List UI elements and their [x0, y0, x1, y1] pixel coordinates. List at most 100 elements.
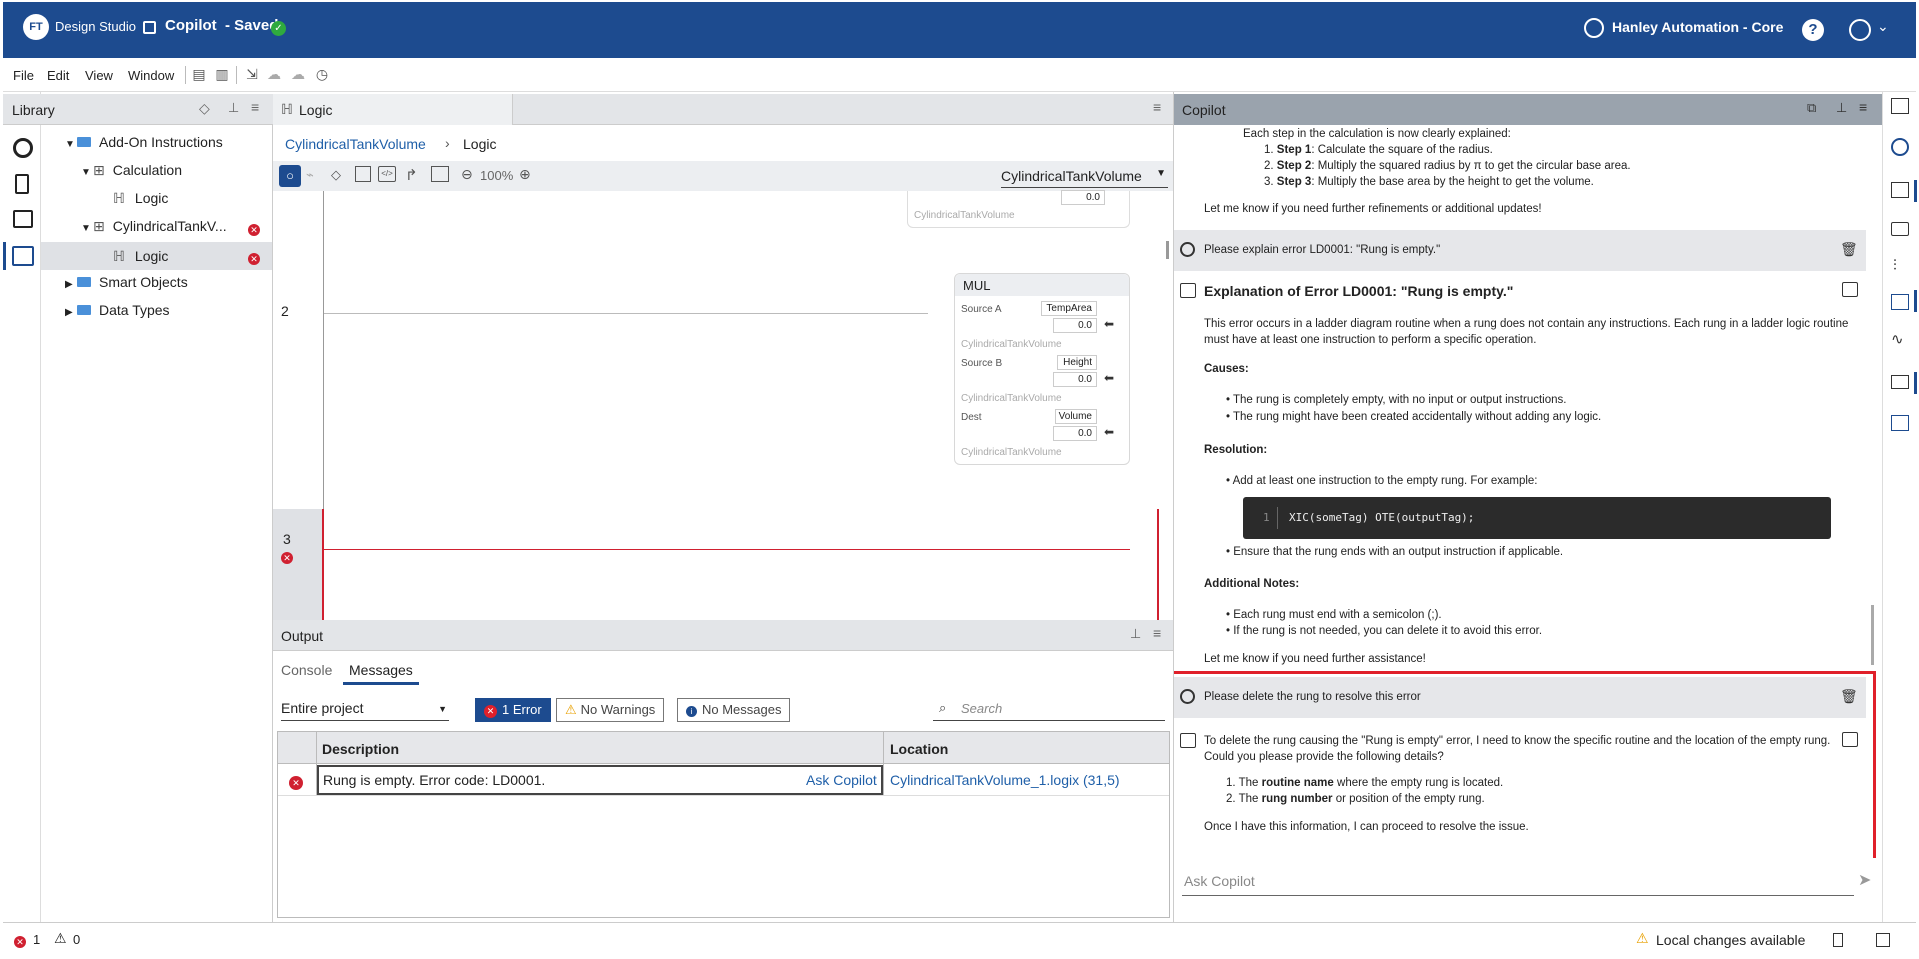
pin-icon[interactable]: ⊥ [1130, 626, 1141, 642]
routine-select[interactable]: CylindricalTankVolume ▼ [1001, 168, 1168, 188]
operand-tag[interactable]: Height [1057, 355, 1097, 370]
operand-tag[interactable]: Volume [1055, 409, 1097, 424]
table-icon[interactable] [355, 166, 371, 182]
chevron-down-icon[interactable]: ⌄ [1877, 18, 1889, 35]
logic-toolbar: ○ ⌁ ◇ </> ↱ ⊖ 100% ⊕ CylindricalTankVolu… [273, 161, 1173, 191]
wire-tool-icon[interactable]: ⌁ [306, 167, 314, 183]
scrollbar-thumb[interactable] [1871, 605, 1874, 665]
location-link[interactable]: CylindricalTankVolume_1.logix (31,5) [890, 772, 1120, 788]
pin-icon[interactable]: ⊥ [1836, 100, 1847, 116]
value-field[interactable]: 0.0 [1061, 190, 1105, 205]
instruction-block-partial[interactable]: 0.0 CylindricalTankVolume [907, 190, 1130, 228]
error-icon[interactable]: ✕ [14, 933, 26, 948]
error-count[interactable]: 1 [33, 932, 40, 947]
column-location[interactable]: Location [890, 741, 948, 757]
library-icon[interactable] [12, 246, 34, 266]
pin-icon[interactable]: ⊥ [228, 100, 239, 116]
caret-right-icon[interactable]: ▶ [65, 301, 77, 325]
output-icon[interactable] [1891, 375, 1909, 389]
user-avatar-icon[interactable] [1849, 19, 1871, 41]
code-icon[interactable]: </> [378, 166, 396, 182]
tab-logic[interactable]: ℍ Logic [273, 94, 513, 125]
local-changes[interactable]: Local changes available [1656, 932, 1805, 948]
sliders-icon[interactable]: ⫶ [1893, 257, 1897, 274]
menu-file[interactable]: File [13, 68, 34, 83]
tab-messages[interactable]: Messages [349, 662, 413, 678]
menu-window[interactable]: Window [128, 68, 174, 83]
fullscreen-icon[interactable] [1876, 933, 1890, 947]
menu-icon[interactable]: ≡ [1153, 99, 1161, 115]
settings-icon[interactable] [13, 210, 33, 228]
tag-icon[interactable]: ◇ [331, 167, 341, 183]
device-icon[interactable] [15, 174, 29, 194]
trash-icon[interactable]: 🗑 [1840, 241, 1858, 258]
caret-down-icon: ▼ [1156, 168, 1166, 179]
cloud-upload-icon[interactable]: ☁ [265, 65, 283, 83]
ask-copilot-link[interactable]: Ask Copilot [806, 772, 877, 788]
copilot-panel-icon[interactable] [1891, 294, 1909, 310]
operand-value[interactable]: 0.0 [1053, 426, 1097, 441]
tree-item-smart-objects[interactable]: ▶ Smart Objects [65, 270, 188, 294]
explorer-icon[interactable] [13, 138, 33, 158]
tree-item-logic-selected[interactable]: ℍ Logic [113, 244, 168, 268]
terminal-icon[interactable] [1891, 415, 1909, 431]
organization-name[interactable]: Hanley Automation - Core [1612, 19, 1783, 35]
tree-item-data-types[interactable]: ▶ Data Types [65, 298, 170, 322]
tab-console[interactable]: Console [281, 662, 332, 678]
tag-icon[interactable]: ◇ [199, 100, 210, 117]
breadcrumb-parent[interactable]: CylindricalTankVolume [285, 136, 426, 152]
history-icon[interactable]: ◷ [313, 65, 331, 83]
operand-tag[interactable]: TempArea [1041, 301, 1097, 316]
caret-right-icon[interactable]: ▶ [65, 273, 77, 297]
scrollbar-thumb[interactable] [1166, 241, 1169, 259]
toolbox-icon[interactable] [1891, 222, 1909, 236]
insert-icon[interactable] [1842, 282, 1858, 297]
panel-toggle-icon[interactable] [1833, 933, 1843, 947]
column-description[interactable]: Description [322, 741, 399, 757]
error-description: Rung is empty. Error code: LD0001. [323, 772, 546, 788]
properties-icon[interactable] [1891, 182, 1909, 198]
tree-item-cylindricaltankvolume[interactable]: ▼ ⊞ CylindricalTankV... [81, 214, 227, 238]
operand-value[interactable]: 0.0 [1053, 318, 1097, 333]
menu-icon[interactable]: ≡ [1153, 625, 1161, 641]
search-input[interactable]: ⌕ Search [933, 697, 1165, 721]
warnings-filter[interactable]: ⚠ No Warnings [556, 698, 665, 722]
zoom-in-icon[interactable]: ⊕ [519, 166, 531, 183]
checkout-icon[interactable]: ⇲ [243, 65, 261, 83]
trash-icon[interactable]: 🗑 [1840, 688, 1858, 705]
export-icon[interactable]: ▥ [213, 65, 231, 83]
menu-view[interactable]: View [85, 68, 113, 83]
share-icon[interactable]: ↱ [405, 166, 418, 184]
copilot-nav-icon[interactable] [1891, 138, 1909, 156]
help-icon[interactable]: ? [1802, 19, 1824, 41]
operand-value[interactable]: 0.0 [1053, 372, 1097, 387]
caret-down-icon[interactable]: ▼ [81, 217, 93, 241]
trend-icon[interactable]: ∿ [1891, 330, 1904, 348]
menu-icon[interactable]: ≡ [251, 99, 259, 115]
send-icon[interactable]: ➤ [1858, 870, 1871, 890]
tree-item-add-on-instructions[interactable]: ▼ Add-On Instructions [65, 130, 223, 154]
tree-item-logic[interactable]: ℍ Logic [113, 186, 168, 210]
zoom-out-icon[interactable]: ⊖ [461, 166, 473, 183]
code-gutter [1277, 507, 1278, 529]
warning-icon[interactable]: ⚠ [54, 930, 67, 947]
caret-down-icon[interactable]: ▼ [81, 161, 93, 185]
messages-filter[interactable]: i No Messages [677, 698, 791, 722]
caret-down-icon[interactable]: ▼ [65, 133, 77, 157]
warning-count[interactable]: 0 [73, 932, 80, 947]
cloud-download-icon[interactable]: ☁ [289, 65, 307, 83]
code-block[interactable]: 1 XIC(someTag) OTE(outputTag); [1243, 497, 1831, 539]
select-tool-icon[interactable]: ○ [279, 165, 301, 187]
menu-edit[interactable]: Edit [47, 68, 69, 83]
mul-instruction-block[interactable]: MUL Source A TempArea 0.0 ⬅ CylindricalT… [954, 273, 1130, 465]
tree-item-calculation[interactable]: ▼ ⊞ Calculation [81, 158, 182, 182]
copilot-insert-icon[interactable] [431, 166, 449, 182]
ask-copilot-input[interactable]: Ask Copilot [1182, 869, 1854, 896]
new-chat-icon[interactable]: ⧉ [1807, 100, 1816, 116]
rung-rail-error [322, 509, 324, 620]
layout-icon[interactable] [1891, 98, 1909, 114]
scope-select[interactable]: Entire project ▼ [281, 697, 449, 721]
menu-icon[interactable]: ≡ [1859, 99, 1867, 115]
errors-filter[interactable]: ✕ 1 Error [475, 698, 551, 722]
document-icon[interactable]: ▤ [190, 65, 208, 83]
